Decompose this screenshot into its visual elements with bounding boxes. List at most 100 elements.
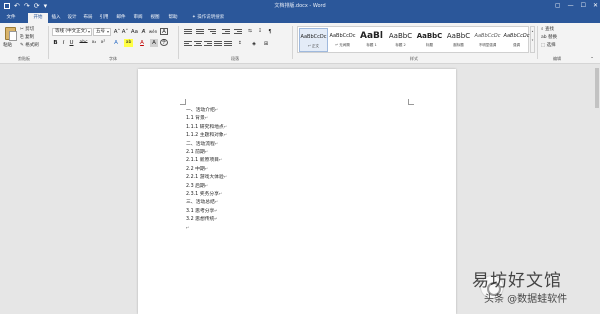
document-line[interactable]: 3.2 思想传统↵ xyxy=(186,216,218,223)
paste-button[interactable]: 粘贴 xyxy=(3,42,12,48)
tab-help[interactable]: 帮助 xyxy=(165,13,181,23)
clear-formatting-button[interactable]: A̸ xyxy=(140,28,147,36)
paste-icon[interactable] xyxy=(5,27,17,41)
font-size-select[interactable]: 五号 ▾ xyxy=(93,28,111,36)
style-emphasis[interactable]: AaBbCcDc 强调 xyxy=(502,28,531,52)
increase-indent-icon[interactable] xyxy=(234,29,242,36)
style-subtitle[interactable]: AaBbC 副标题 xyxy=(444,28,473,52)
italic-button[interactable]: I xyxy=(60,39,67,47)
document-line[interactable]: 2.2 中期↵ xyxy=(186,166,208,173)
document-line[interactable]: 1.1.2 主题和对象↵ xyxy=(186,132,227,139)
phonetic-guide-button[interactable]: wén xyxy=(148,28,158,36)
style-no-spacing[interactable]: AaBbCcDc ↵ 无间隔 xyxy=(328,28,357,52)
document-line[interactable]: 一、活动介绍↵ xyxy=(186,107,218,114)
document-line[interactable]: 1.1.1 研究和地点↵ xyxy=(186,124,227,131)
close-button[interactable]: ✕ xyxy=(593,0,598,12)
style-subtle-emphasis[interactable]: AaBbCcDc 不明显强调 xyxy=(473,28,502,52)
style-normal[interactable]: AaBbCcDc ↵ 正文 xyxy=(299,28,328,52)
style-heading-2[interactable]: AaBbC 标题 2 xyxy=(386,28,415,52)
font-name-select[interactable]: 等线 (中文正文) ▾ xyxy=(52,28,92,36)
show-marks-icon[interactable]: ¶ xyxy=(266,28,274,36)
distributed-icon[interactable] xyxy=(224,41,232,48)
ribbon-tabs: 文件 开始 插入 设计 布局 引用 邮件 审阅 视图 帮助 ✦ 操作说明搜索 xyxy=(0,12,600,23)
style-title[interactable]: AaBbC 标题 xyxy=(415,28,444,52)
numbering-icon[interactable] xyxy=(196,29,204,36)
scrollbar-thumb[interactable] xyxy=(595,68,599,108)
shrink-font-button[interactable]: A˅ xyxy=(121,28,129,36)
shading-icon[interactable]: ◈ xyxy=(250,40,258,48)
document-line[interactable]: 2.2.1 游戏大体验↵ xyxy=(186,174,227,181)
document-line-text: 1.1.1 研究和地点 xyxy=(186,124,224,130)
decrease-indent-icon[interactable] xyxy=(222,29,230,36)
tab-references[interactable]: 引用 xyxy=(96,13,112,23)
align-left-icon[interactable] xyxy=(184,41,192,48)
character-shading-button[interactable]: A xyxy=(150,39,158,47)
tab-file[interactable]: 文件 xyxy=(2,13,20,23)
strikethrough-button[interactable]: abc xyxy=(78,39,89,47)
tab-home[interactable]: 开始 xyxy=(28,13,48,23)
bullets-icon[interactable] xyxy=(184,29,192,36)
document-line[interactable]: 2.1.1 新原项目↵ xyxy=(186,157,222,164)
justify-icon[interactable] xyxy=(214,41,222,48)
tab-review[interactable]: 审阅 xyxy=(130,13,146,23)
group-divider xyxy=(292,26,293,59)
lightbulb-icon: ✦ xyxy=(192,15,196,20)
paragraph-mark: ↵ xyxy=(223,174,228,180)
minimize-button[interactable]: — xyxy=(568,0,574,12)
styles-more-button[interactable]: ▴ ▾ xyxy=(530,26,535,53)
character-border-button[interactable]: A xyxy=(160,28,168,35)
bold-button[interactable]: B xyxy=(52,39,59,47)
superscript-button[interactable]: x² xyxy=(99,39,107,47)
document-line[interactable]: 二、活动流程↵ xyxy=(186,141,218,148)
document-line[interactable]: 1.1 背景↵ xyxy=(186,115,208,122)
underline-button[interactable]: U xyxy=(68,39,75,47)
font-color-button[interactable]: A xyxy=(138,39,146,47)
format-painter-button[interactable]: ✎ 格式刷 xyxy=(20,42,39,49)
tab-design[interactable]: 设计 xyxy=(64,13,80,23)
document-line[interactable]: 3.1 思考分享↵ xyxy=(186,208,218,215)
text-effects-button[interactable]: A xyxy=(112,39,120,47)
cut-button[interactable]: ✂ 剪切 xyxy=(20,26,34,33)
highlight-button[interactable]: ab xyxy=(124,39,133,47)
align-center-icon[interactable] xyxy=(194,41,202,48)
replace-button[interactable]: ab 替换 xyxy=(541,34,557,42)
vertical-scrollbar[interactable] xyxy=(594,64,600,314)
sort-icon[interactable]: ↧ xyxy=(256,28,264,36)
paragraph-group-label: 段落 xyxy=(231,56,239,61)
document-line[interactable]: 2.3.1 奖务分享↵ xyxy=(186,191,222,198)
document-line-text: 2.2.1 游戏大体验 xyxy=(186,175,224,181)
borders-icon[interactable]: ⊞ xyxy=(262,40,270,48)
collapse-ribbon-icon[interactable]: ⌃ xyxy=(588,55,596,63)
enclose-characters-button[interactable]: 字 xyxy=(160,39,168,46)
multilevel-list-icon[interactable] xyxy=(208,29,216,36)
window-title: 文档排版.docx - Word xyxy=(274,3,326,9)
tab-layout[interactable]: 布局 xyxy=(80,13,96,23)
paragraph-mark: ↵ xyxy=(218,191,223,196)
change-case-button[interactable]: Aa xyxy=(130,28,139,36)
tell-me-search[interactable]: ✦ 操作说明搜索 xyxy=(192,13,224,23)
style-heading-1[interactable]: AaBl 标题 1 xyxy=(357,28,386,52)
document-line[interactable]: ↵ xyxy=(186,225,189,232)
tab-view[interactable]: 视图 xyxy=(147,13,163,23)
document-line[interactable]: 三、活动总结↵ xyxy=(186,199,218,206)
subscript-button[interactable]: x₂ xyxy=(90,39,98,47)
tab-mailings[interactable]: 邮件 xyxy=(113,13,129,23)
align-right-icon[interactable] xyxy=(204,41,212,48)
tab-insert[interactable]: 插入 xyxy=(48,13,64,23)
document-line[interactable]: 2.3 后期↵ xyxy=(186,183,208,190)
document-line[interactable]: 2.1 前期↵ xyxy=(186,149,208,156)
find-button[interactable]: ⌕ 查找 xyxy=(541,26,554,34)
document-page[interactable]: 一、活动介绍↵ 1.1 背景↵ 1.1.1 研究和地点↵ 1.1.2 主题和对象↵ 二、… xyxy=(138,69,456,314)
maximize-button[interactable]: ☐ xyxy=(581,0,586,12)
grow-font-button[interactable]: A˄ xyxy=(113,28,121,36)
margin-corner-mark xyxy=(408,99,414,105)
copy-button[interactable]: ⎘ 复制 xyxy=(20,34,34,41)
document-line-text: 2.3 后期 xyxy=(186,183,205,189)
chinese-layout-icon[interactable]: ⇆ xyxy=(246,28,254,36)
document-line-text: 1.1 背景 xyxy=(186,116,205,122)
line-spacing-icon[interactable]: ↕ xyxy=(236,40,244,48)
ribbon-display-button[interactable]: ▢ xyxy=(555,0,561,12)
select-button[interactable]: ⬚ 选择 xyxy=(541,42,556,50)
group-divider xyxy=(48,26,49,59)
paragraph-mark: ↵ xyxy=(214,207,218,213)
